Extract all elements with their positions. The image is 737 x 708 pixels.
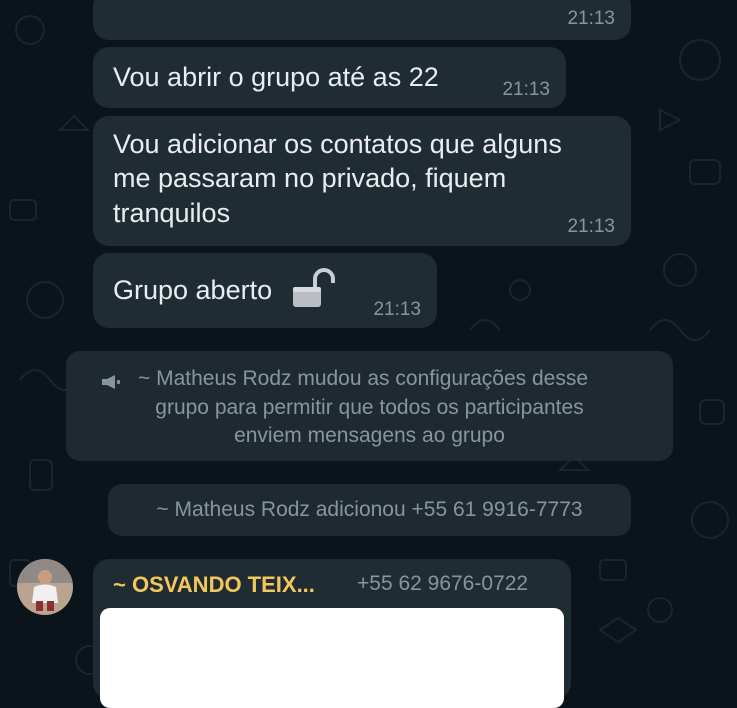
system-message-line: grupo para permitir que todos os partici… [155, 396, 584, 419]
message-text-line: Vou adicionar os contatos que alguns [113, 129, 562, 159]
message-text: Vou abrir o grupo até as 22 [113, 62, 439, 92]
unlocked-padlock-icon [291, 268, 337, 313]
message-bubble[interactable]: Vou adicionar os contatos que alguns me … [93, 116, 631, 246]
message-text-line: me passaram no privado, fiquem [113, 163, 507, 193]
message-bubble[interactable]: 21:13 [93, 0, 631, 40]
system-message: ~ Matheus Rodz mudou as configurações de… [66, 351, 673, 461]
message-text: Grupo aberto [113, 275, 273, 305]
media-preview[interactable] [100, 608, 564, 708]
system-message-line: enviem mensagens ao grupo [234, 424, 505, 447]
message-bubble[interactable]: Grupo aberto 21:13 [93, 253, 437, 328]
system-message: ~ Matheus Rodz adicionou +55 61 9916-777… [108, 484, 631, 536]
system-message-text: ~ Matheus Rodz adicionou +55 61 9916-777… [156, 498, 583, 521]
message-time: 21:13 [567, 8, 615, 29]
message-bubble[interactable]: Vou abrir o grupo até as 22 21:13 [93, 47, 566, 108]
message-text-line: tranquilos [113, 198, 231, 228]
sender-phone: +55 62 9676-0722 [357, 572, 529, 595]
sender-name[interactable]: ~ OSVANDO TEIX... [113, 572, 315, 598]
avatar[interactable] [17, 559, 73, 615]
message-time: 21:13 [502, 79, 550, 100]
incoming-message-bubble[interactable]: ~ OSVANDO TEIX... +55 62 9676-0722 [93, 559, 571, 708]
message-time: 21:13 [373, 299, 421, 320]
system-message-line: ~ Matheus Rodz mudou as configurações de… [138, 367, 589, 390]
message-time: 21:13 [567, 216, 615, 237]
